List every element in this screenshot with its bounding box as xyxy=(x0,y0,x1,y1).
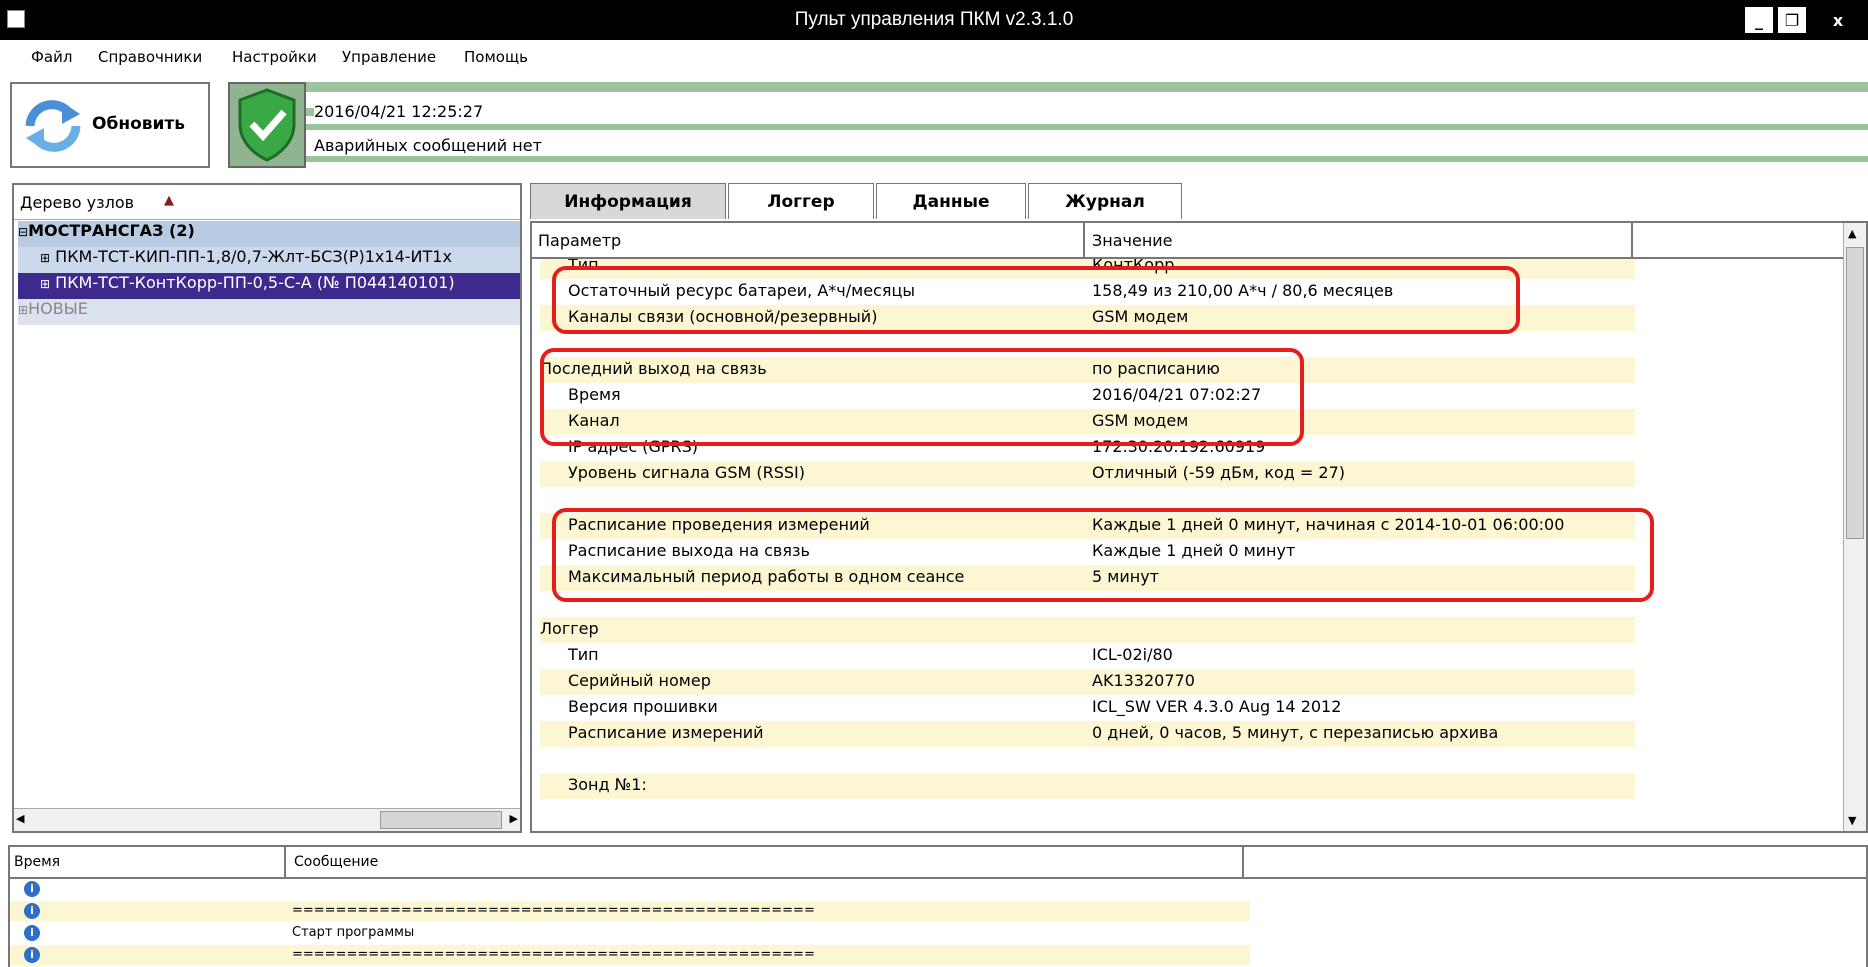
expand-icon[interactable]: ⊞ xyxy=(40,251,50,265)
collapse-icon[interactable]: ⊟ xyxy=(18,225,28,239)
info-icon: i xyxy=(24,881,40,897)
tab-bar: Информация Логгер Данные Журнал xyxy=(530,183,1868,221)
tab-logger[interactable]: Логгер xyxy=(728,183,874,219)
close-button[interactable]: x xyxy=(1816,7,1860,33)
log-row[interactable]: i Старт программы xyxy=(10,923,1250,943)
menu-references[interactable]: Справочники xyxy=(98,48,202,66)
tab-information[interactable]: Информация xyxy=(530,183,726,219)
tree-panel: Дерево узлов ▲ ⊟МОСТРАНСГАЗ (2) ⊞ ПКМ-ТС… xyxy=(12,183,522,833)
log-header: Время Сообщение xyxy=(10,847,1868,879)
status-area: 2016/04/21 12:25:27 Аварийных сообщений … xyxy=(306,82,1868,168)
refresh-icon xyxy=(25,100,81,152)
tab-data[interactable]: Данные xyxy=(876,183,1026,219)
info-icon: i xyxy=(24,903,40,919)
restore-button[interactable]: ❐ xyxy=(1778,7,1806,33)
log-row[interactable]: i ======================================… xyxy=(10,901,1250,921)
window-title: Пульт управления ПКМ v2.3.1.0 xyxy=(794,9,1074,30)
expand-icon[interactable]: ⊞ xyxy=(40,277,50,291)
scroll-thumb[interactable] xyxy=(1846,247,1864,539)
menu-file[interactable]: Файл xyxy=(31,48,72,66)
log-row[interactable]: i ======================================… xyxy=(10,945,1250,965)
tree-header-label: Дерево узлов xyxy=(20,193,135,212)
info-icon: i xyxy=(24,925,40,941)
refresh-button[interactable]: Обновить xyxy=(10,82,210,168)
info-icon: i xyxy=(24,947,40,963)
status-datetime: 2016/04/21 12:25:27 xyxy=(314,102,1868,122)
tree-item-kip[interactable]: ⊞ ПКМ-ТСТ-КИП-ПП-1,8/0,7-Жлт-БСЗ(Р)1х14-… xyxy=(18,247,520,273)
log-row[interactable]: i xyxy=(10,879,1250,899)
col-param-header[interactable]: Параметр xyxy=(538,231,621,250)
highlight-battery xyxy=(552,266,1520,334)
alarm-status: Аварийных сообщений нет xyxy=(314,136,1868,156)
table-row[interactable]: Зонд №1: xyxy=(540,773,1635,799)
highlight-schedule xyxy=(552,508,1654,602)
tree-group-new[interactable]: ⊞НОВЫЕ xyxy=(18,299,520,325)
tree-item-kontkorr[interactable]: ⊞ ПКМ-ТСТ-КонтКорр-ПП-0,5-С-А (№ П044140… xyxy=(18,273,520,299)
highlight-last-connection xyxy=(540,348,1304,446)
expand-icon[interactable]: ⊞ xyxy=(18,303,28,317)
table-row[interactable]: Расписание измерений 0 дней, 0 часов, 5 м… xyxy=(540,721,1635,747)
scroll-right-icon[interactable]: ▶ xyxy=(510,812,518,825)
tab-journal[interactable]: Журнал xyxy=(1028,183,1182,219)
scroll-down-icon[interactable]: ▼ xyxy=(1848,814,1856,827)
grid-vertical-scrollbar[interactable]: ▲ ▼ xyxy=(1843,223,1866,831)
tree-header[interactable]: Дерево узлов ▲ xyxy=(14,185,520,220)
title-bar: Пульт управления ПКМ v2.3.1.0 _ ❐ x xyxy=(0,0,1868,40)
table-row[interactable] xyxy=(540,747,1635,773)
table-row[interactable]: Уровень сигнала GSM (RSSI) Отличный (-59 … xyxy=(540,461,1635,487)
log-panel: Время Сообщение i i ====================… xyxy=(8,845,1868,967)
tree-horizontal-scrollbar[interactable]: ◀ ▶ xyxy=(14,808,520,831)
status-ok-icon xyxy=(228,82,306,168)
log-col-message[interactable]: Сообщение xyxy=(294,854,378,870)
menu-bar: Файл Справочники Настройки Управление По… xyxy=(0,40,1868,72)
table-row[interactable]: Серийный номер AK13320770 xyxy=(540,669,1635,695)
log-col-time[interactable]: Время xyxy=(14,854,60,870)
grid-header: Параметр Значение xyxy=(532,223,1844,259)
toolbar: Обновить 2016/04/21 12:25:27 Аварийных с… xyxy=(0,76,1868,172)
table-row[interactable]: Логгер xyxy=(540,617,1635,643)
table-row[interactable]: Версия прошивки ICL_SW VER 4.3.0 Aug 14 2… xyxy=(540,695,1635,721)
menu-settings[interactable]: Настройки xyxy=(232,48,317,66)
sort-asc-icon: ▲ xyxy=(164,193,174,208)
table-row[interactable]: Тип ICL-02i/80 xyxy=(540,643,1635,669)
col-value-header[interactable]: Значение xyxy=(1092,231,1173,250)
tree-group-mostransgaz[interactable]: ⊟МОСТРАНСГАЗ (2) xyxy=(18,221,520,247)
scroll-up-icon[interactable]: ▲ xyxy=(1848,227,1856,240)
menu-help[interactable]: Помощь xyxy=(464,48,528,66)
scroll-left-icon[interactable]: ◀ xyxy=(16,812,24,825)
scroll-thumb[interactable] xyxy=(380,811,502,829)
menu-control[interactable]: Управление xyxy=(342,48,436,66)
minimize-button[interactable]: _ xyxy=(1745,7,1773,33)
refresh-label: Обновить xyxy=(92,114,186,134)
